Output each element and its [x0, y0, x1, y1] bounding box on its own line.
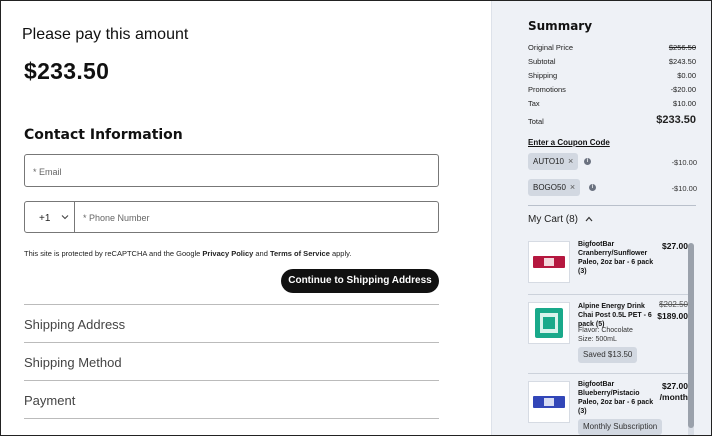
email-placeholder: * Email [33, 167, 62, 177]
item-price: $27.00 [662, 241, 688, 251]
recaptcha-text: This site is protected by reCAPTCHA and … [24, 249, 203, 258]
item-price: $27.00 /month [659, 381, 688, 402]
product-thumbnail [528, 241, 570, 283]
section-payment[interactable]: Payment [24, 380, 439, 418]
recaptcha-and: and [253, 249, 270, 258]
bar-wrapper-icon [533, 396, 565, 408]
summary-value: $0.00 [677, 71, 696, 80]
cart-item: Alpine Energy Drink Chai Post 0.5L PET -… [528, 296, 688, 374]
cart-items-list: BigfootBar Cranberry/Sunflower Paleo, 2o… [528, 235, 688, 435]
summary-value: -$20.00 [670, 85, 696, 94]
amount-due: $233.50 [24, 58, 110, 84]
country-code-value: +1 [39, 213, 51, 224]
order-summary-panel: Summary Original Price $256.50 Subtotal … [491, 1, 711, 435]
terms-of-service-link[interactable]: Terms of Service [270, 249, 330, 258]
summary-row-subtotal: Subtotal $243.50 [528, 57, 696, 66]
summary-value: $10.00 [673, 99, 696, 108]
coupon-discount: -$10.00 [671, 184, 697, 193]
coupon-code: BOGO50 [533, 183, 566, 192]
chevron-down-icon [61, 215, 69, 220]
section-divider [24, 418, 439, 435]
subscription-badge: Monthly Subscription [578, 419, 663, 435]
item-flavor: Flavor: Chocolate [578, 327, 633, 334]
summary-row-tax: Tax $10.00 [528, 99, 696, 108]
chevron-up-icon [585, 216, 593, 222]
continue-to-shipping-button[interactable]: Continue to Shipping Address [281, 269, 439, 293]
recaptcha-notice: This site is protected by reCAPTCHA and … [24, 249, 351, 258]
section-label: Payment [24, 393, 76, 408]
scrollbar-thumb[interactable] [688, 243, 694, 428]
close-icon[interactable]: × [568, 156, 573, 166]
summary-label: Shipping [528, 71, 558, 80]
coupon-discount: -$10.00 [671, 158, 697, 167]
product-thumbnail [528, 381, 570, 423]
total-label: Total [528, 117, 544, 126]
total-value: $233.50 [656, 114, 696, 126]
cart-title-label: My Cart (8) [528, 214, 578, 225]
checkout-page: Please pay this amount $233.50 Contact I… [0, 0, 712, 436]
country-code-select[interactable]: +1 [25, 202, 75, 232]
phone-placeholder: * Phone Number [83, 213, 150, 223]
my-cart-toggle[interactable]: My Cart (8) [528, 214, 593, 225]
summary-divider [528, 205, 696, 206]
enter-coupon-link[interactable]: Enter a Coupon Code [528, 138, 610, 147]
coupon-chip-auto10: AUTO10 × [528, 153, 578, 170]
summary-value: $256.50 [668, 43, 696, 52]
drink-pack-icon [535, 308, 563, 338]
summary-label: Original Price [528, 43, 574, 52]
item-price: $189.00 [657, 311, 688, 321]
summary-row-shipping: Shipping $0.00 [528, 71, 696, 80]
phone-field[interactable]: +1 * Phone Number [24, 201, 439, 233]
item-name: Alpine Energy Drink Chai Post 0.5L PET -… [578, 303, 652, 328]
summary-row-original-price: Original Price $256.50 [528, 43, 696, 52]
checkout-form-panel: Please pay this amount $233.50 Contact I… [1, 1, 491, 435]
pay-heading: Please pay this amount [22, 26, 189, 43]
section-shipping-address[interactable]: Shipping Address [24, 304, 439, 342]
summary-title: Summary [528, 19, 593, 33]
summary-label: Tax [528, 99, 540, 108]
info-icon[interactable]: i [589, 184, 596, 191]
coupon-code: AUTO10 [533, 157, 564, 166]
section-label: Shipping Address [24, 317, 126, 332]
summary-label: Promotions [528, 85, 566, 94]
contact-information-title: Contact Information [24, 127, 183, 143]
bar-wrapper-icon [533, 256, 565, 268]
email-field[interactable]: * Email [24, 154, 439, 187]
cart-scrollbar[interactable] [688, 243, 694, 435]
cart-item: BigfootBar Cranberry/Sunflower Paleo, 2o… [528, 235, 688, 295]
cart-item: BigfootBar Blueberry/Pistacio Paleo, 2oz… [528, 375, 688, 435]
summary-row-promotions: Promotions -$20.00 [528, 85, 696, 94]
close-icon[interactable]: × [570, 182, 575, 192]
coupon-chip-bogo50: BOGO50 × [528, 179, 580, 196]
summary-value: $243.50 [668, 57, 696, 66]
summary-label: Subtotal [528, 57, 556, 66]
section-label: Shipping Method [24, 355, 122, 370]
privacy-policy-link[interactable]: Privacy Policy [202, 249, 253, 258]
section-shipping-method[interactable]: Shipping Method [24, 342, 439, 380]
saved-badge: Saved $13.50 [578, 347, 638, 363]
item-size: Size: 500mL [578, 336, 617, 343]
item-original-price: $202.50 [659, 300, 688, 309]
product-thumbnail [528, 302, 570, 344]
item-name: BigfootBar Cranberry/Sunflower Paleo, 2o… [578, 241, 654, 275]
info-icon[interactable]: i [584, 158, 591, 165]
recaptcha-suffix: apply. [329, 249, 352, 258]
summary-row-total: Total $233.50 [528, 114, 696, 126]
item-name: BigfootBar Blueberry/Pistacio Paleo, 2oz… [578, 381, 654, 415]
